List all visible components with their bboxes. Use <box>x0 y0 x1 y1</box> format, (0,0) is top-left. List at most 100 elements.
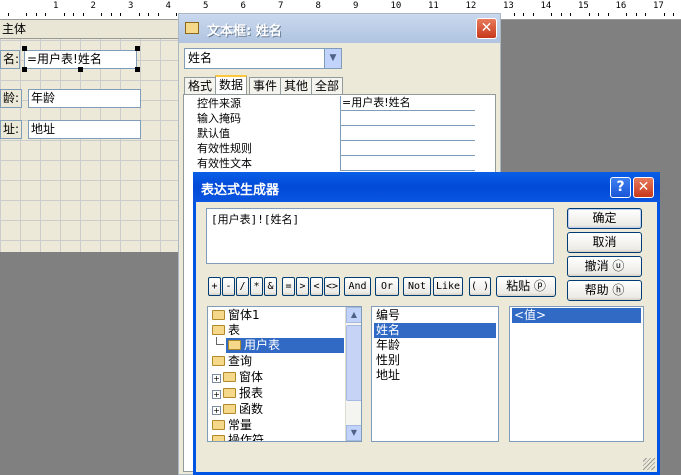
tree-item[interactable]: + 报表 <box>210 386 265 401</box>
selection-handle[interactable] <box>22 46 27 51</box>
field-item[interactable]: 年龄 <box>374 338 402 353</box>
help-icon[interactable]: ? <box>610 177 631 198</box>
tree-item[interactable]: 查询 <box>210 354 254 369</box>
property-name: 默认值 <box>197 127 232 140</box>
selection-handle[interactable] <box>78 67 83 72</box>
tree-item[interactable]: + 函数 <box>210 402 265 417</box>
property-row[interactable]: 默认值 <box>193 126 480 141</box>
operator-less-button[interactable]: < <box>310 277 323 296</box>
property-row[interactable]: 有效性规则 <box>193 141 480 156</box>
address-textbox[interactable]: 地址 <box>28 120 141 139</box>
selection-handle[interactable] <box>22 67 27 72</box>
operator-equals-button[interactable]: = <box>282 277 295 296</box>
expand-icon[interactable]: + <box>212 390 221 399</box>
tab-data[interactable]: 数据 <box>215 75 248 95</box>
selection-handle[interactable] <box>135 46 140 51</box>
operator-plus-button[interactable]: + <box>208 277 221 296</box>
property-value[interactable] <box>340 111 475 126</box>
scroll-thumb[interactable] <box>346 325 361 401</box>
ruler-number: 8 <box>315 1 321 11</box>
tab-all[interactable]: 全部 <box>311 77 344 95</box>
selection-handle[interactable] <box>135 67 140 72</box>
ruler-tick <box>532 13 534 16</box>
operator-or-button[interactable]: Or <box>375 277 399 296</box>
operator-parens-button[interactable]: ( ) <box>469 277 491 296</box>
ruler-number: 6 <box>240 1 246 11</box>
ruler-tick <box>7 13 9 16</box>
scroll-down-icon[interactable]: ▼ <box>346 425 361 441</box>
ruler-tick <box>663 13 665 16</box>
property-name: 有效性规则 <box>197 142 254 155</box>
section-label: 主体 <box>2 22 27 36</box>
ruler-tick <box>673 13 675 16</box>
object-tree-list[interactable]: 窗体1 表 用户表 查询 + 窗体 + 报表 + 函数 常量 操作符 ▲ ▼ <box>207 306 362 442</box>
operator-minus-button[interactable]: - <box>222 277 235 296</box>
age-label[interactable]: 龄: <box>0 89 22 108</box>
property-row[interactable]: 输入掩码 <box>193 111 480 126</box>
value-list[interactable]: <值> <box>509 306 644 442</box>
ruler-tick <box>523 13 525 16</box>
property-row[interactable]: 有效性文本 <box>193 156 480 171</box>
vertical-scrollbar[interactable]: ▲ ▼ <box>345 307 361 441</box>
folder-open-icon <box>228 340 241 350</box>
expression-builder-title: 表达式生成器 <box>201 183 280 198</box>
textbox-properties-icon <box>185 22 199 34</box>
tab-format[interactable]: 格式 <box>184 77 217 95</box>
ruler-tick <box>560 13 562 16</box>
property-value[interactable]: =用户表!姓名 <box>340 96 475 111</box>
resize-grip[interactable] <box>643 458 655 470</box>
address-label[interactable]: 址: <box>0 120 22 139</box>
ruler-tick <box>570 13 572 16</box>
help-button[interactable]: 帮助 ⓗ <box>567 280 642 301</box>
name-label[interactable]: 名: <box>0 50 20 69</box>
paste-button[interactable]: 粘贴 ⓟ <box>496 276 556 297</box>
property-row[interactable]: 控件来源 =用户表!姓名 <box>193 96 480 111</box>
object-selector[interactable]: 姓名 ▼ <box>184 48 342 69</box>
expression-builder-titlebar[interactable]: 表达式生成器 ? ✕ <box>193 172 660 202</box>
property-value[interactable] <box>340 156 475 171</box>
field-list[interactable]: 编号 姓名 年龄 性别 地址 <box>371 306 499 442</box>
folder-icon <box>212 435 225 441</box>
cancel-button[interactable]: 取消 <box>567 232 642 253</box>
operator-like-button[interactable]: Like <box>433 277 463 296</box>
chevron-down-icon[interactable]: ▼ <box>324 49 341 68</box>
ok-button[interactable]: 确定 <box>567 208 642 229</box>
tree-item-selected[interactable]: 用户表 <box>226 338 344 353</box>
field-item[interactable]: 性别 <box>374 353 402 368</box>
expand-icon[interactable]: + <box>212 406 221 415</box>
close-icon[interactable]: ✕ <box>476 18 497 39</box>
undo-button[interactable]: 撤消 ⓤ <box>567 256 642 277</box>
tree-item[interactable]: 操作符 <box>210 433 266 441</box>
tree-item[interactable]: 表 <box>210 323 242 338</box>
operator-not-button[interactable]: Not <box>403 277 431 296</box>
tree-item[interactable]: 常量 <box>210 418 254 433</box>
operator-multiply-button[interactable]: * <box>250 277 263 296</box>
tree-item[interactable]: 窗体1 <box>210 308 262 323</box>
operator-concat-button[interactable]: & <box>264 277 277 296</box>
folder-icon <box>212 420 225 430</box>
folder-icon <box>223 372 236 382</box>
tree-item[interactable]: + 窗体 <box>210 370 265 385</box>
operator-notequal-button[interactable]: <> <box>324 277 340 296</box>
tab-event[interactable]: 事件 <box>249 77 282 95</box>
tab-other[interactable]: 其他 <box>280 77 313 95</box>
field-item[interactable]: 编号 <box>374 308 402 323</box>
scroll-up-icon[interactable]: ▲ <box>346 307 361 323</box>
field-item[interactable]: 地址 <box>374 368 402 383</box>
age-textbox[interactable]: 年龄 <box>28 89 141 108</box>
operator-and-button[interactable]: And <box>344 277 371 296</box>
ruler-number: 16 <box>615 1 627 11</box>
property-value[interactable] <box>340 141 475 156</box>
value-item-selected[interactable]: <值> <box>512 308 641 323</box>
detail-section-header[interactable]: 主体 <box>0 20 180 39</box>
property-value[interactable] <box>340 126 475 141</box>
close-icon[interactable]: ✕ <box>633 177 654 198</box>
operator-greater-button[interactable]: > <box>296 277 309 296</box>
field-item-selected[interactable]: 姓名 <box>374 323 496 338</box>
ruler-number: 14 <box>540 1 552 11</box>
expand-icon[interactable]: + <box>212 374 221 383</box>
folder-icon <box>212 310 225 320</box>
operator-divide-button[interactable]: / <box>236 277 249 296</box>
expression-textbox[interactable]: [用户表]![姓名] <box>206 208 554 264</box>
property-sheet-titlebar[interactable]: 文本框: 姓名 ✕ <box>179 14 500 43</box>
